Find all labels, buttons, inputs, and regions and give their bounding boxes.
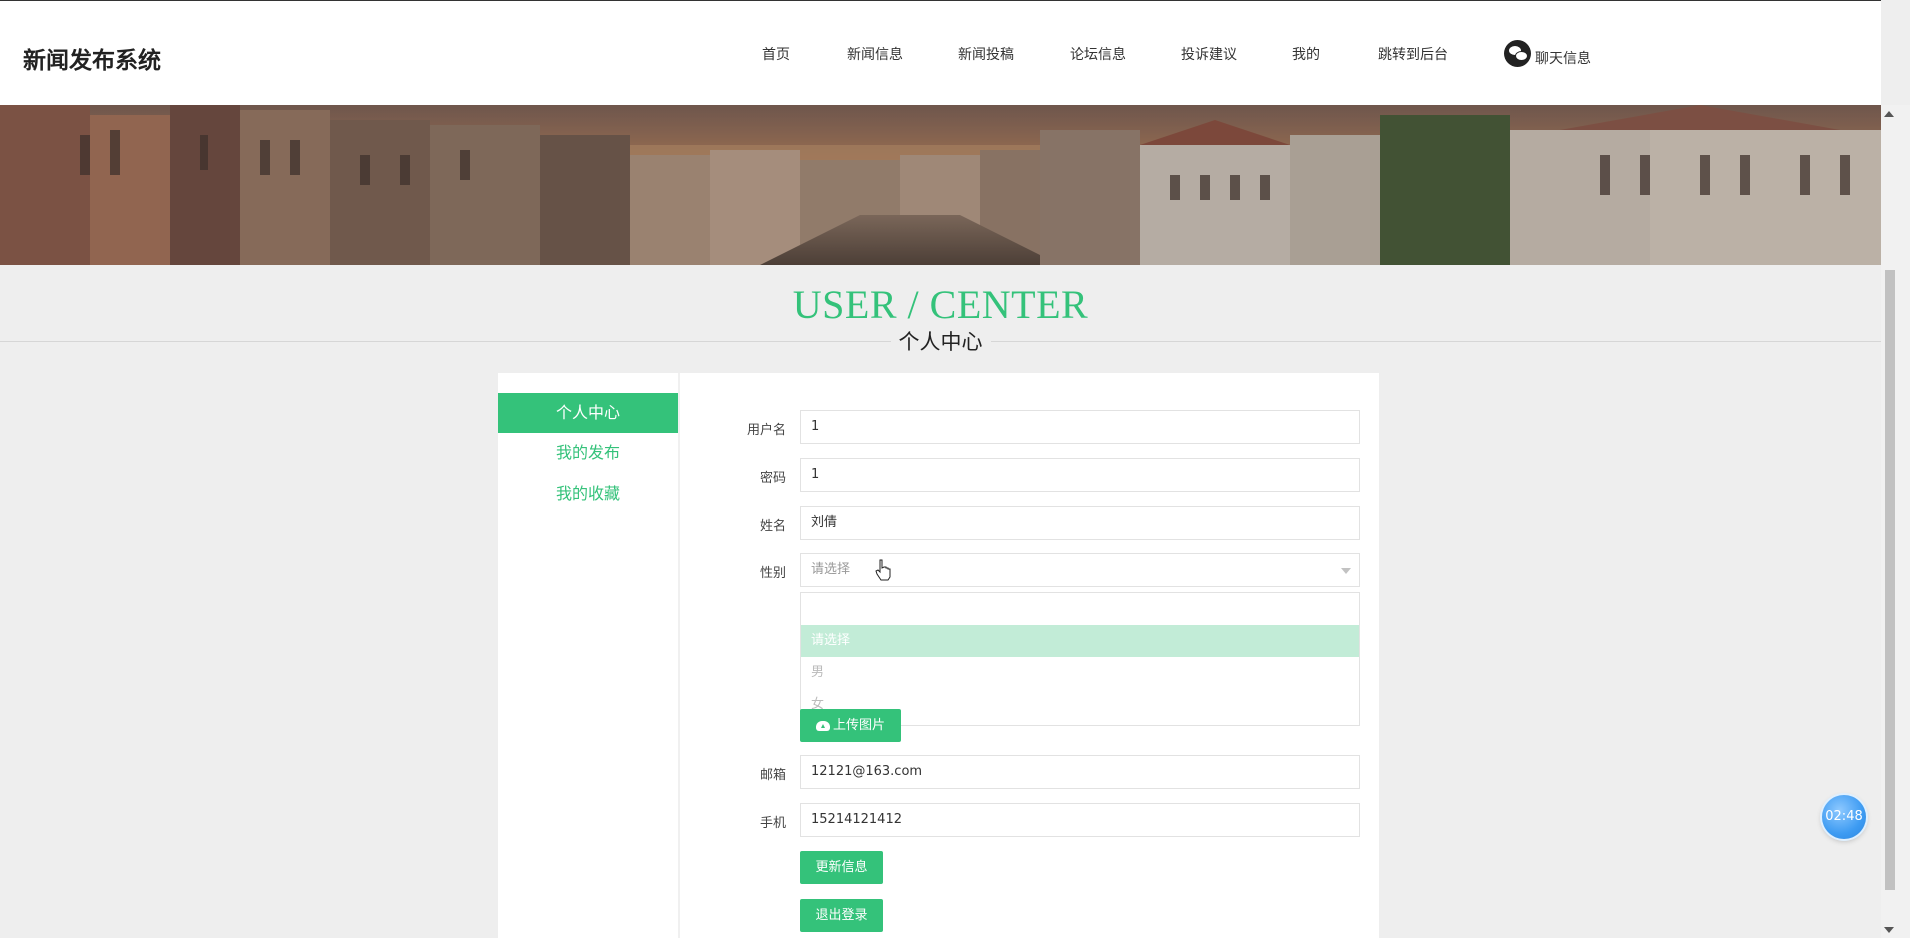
gender-option-placeholder[interactable]: 请选择	[801, 625, 1359, 657]
wechat-icon	[1504, 40, 1531, 67]
section-title-cn-text: 个人中心	[890, 330, 991, 354]
section-title-en: USER / CENTER	[792, 282, 1089, 327]
gender-select-value: 请选择	[811, 562, 851, 577]
password-field[interactable]: 1	[800, 458, 1360, 492]
main-nav: 首页 新闻信息 新闻投稿 论坛信息 投诉建议 我的 跳转到后台 聊天信息	[0, 1, 1881, 106]
hand-cursor-icon	[875, 559, 891, 581]
phone-field[interactable]: 15214121412	[800, 803, 1360, 837]
username-field[interactable]: 1	[800, 410, 1360, 444]
phone-label: 手机	[759, 816, 786, 831]
section-title-cn: 个人中心	[0, 326, 1881, 356]
chevron-down-icon	[1341, 568, 1351, 574]
username-label: 用户名	[746, 423, 786, 438]
gender-label: 性别	[759, 566, 786, 581]
scroll-up-arrow-icon[interactable]	[1884, 111, 1894, 117]
timer-badge[interactable]: 02:48	[1822, 795, 1866, 839]
nav-news-submit[interactable]: 新闻投稿	[958, 44, 1014, 64]
nav-home[interactable]: 首页	[762, 44, 790, 64]
nav-news-info[interactable]: 新闻信息	[847, 44, 903, 64]
nav-chat-label: 聊天信息	[1535, 51, 1591, 67]
banner-illustration	[0, 105, 1881, 265]
header: 新闻发布系统 首页 新闻信息 新闻投稿 论坛信息 投诉建议 我的 跳转到后台 聊…	[0, 0, 1881, 105]
upload-image-button[interactable]: 上传图片	[800, 709, 901, 742]
gender-dropdown: 请选择 男 女	[800, 592, 1360, 726]
gender-option-male[interactable]: 男	[801, 657, 1359, 689]
nav-forum-info[interactable]: 论坛信息	[1070, 44, 1126, 64]
nav-chat[interactable]: 聊天信息	[1504, 39, 1591, 68]
scroll-down-arrow-icon[interactable]	[1884, 927, 1894, 933]
email-field[interactable]: 12121@163.com	[800, 755, 1360, 789]
cloud-upload-icon	[815, 720, 830, 731]
nav-backend[interactable]: 跳转到后台	[1378, 44, 1448, 64]
name-label: 姓名	[759, 519, 786, 534]
banner-image	[0, 105, 1881, 265]
scroll-thumb[interactable]	[1885, 270, 1895, 890]
update-info-button[interactable]: 更新信息	[800, 851, 883, 884]
sidebar-item-my-posts[interactable]: 我的发布	[498, 433, 678, 473]
sidebar-item-my-favorites[interactable]: 我的收藏	[498, 474, 678, 514]
page-scrollbar[interactable]	[1881, 105, 1910, 938]
upload-image-label: 上传图片	[832, 718, 885, 733]
logout-button[interactable]: 退出登录	[800, 899, 883, 932]
nav-mine[interactable]: 我的	[1292, 44, 1320, 64]
name-field[interactable]: 刘倩	[800, 506, 1360, 540]
password-label: 密码	[759, 471, 786, 486]
nav-complaints[interactable]: 投诉建议	[1181, 44, 1237, 64]
sidebar: 个人中心 我的发布 我的收藏	[498, 373, 680, 938]
email-label: 邮箱	[759, 768, 786, 783]
sidebar-item-profile[interactable]: 个人中心	[498, 393, 678, 433]
